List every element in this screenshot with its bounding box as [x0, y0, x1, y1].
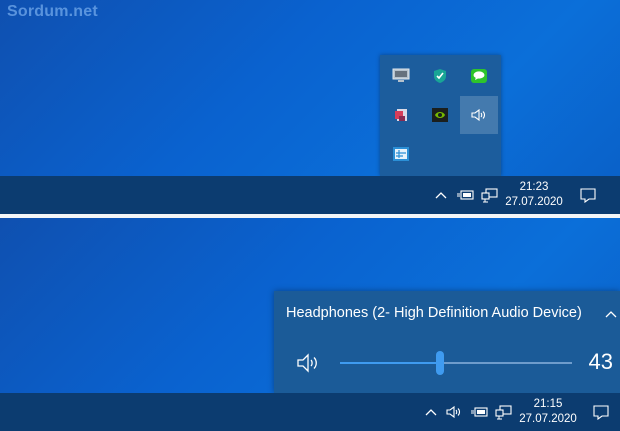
taskbar: 21:23 27.07.2020	[0, 176, 620, 214]
clock[interactable]: 21:23 27.07.2020	[499, 180, 569, 210]
network-manager-icon[interactable]	[382, 135, 420, 173]
notification-icon[interactable]	[577, 176, 599, 214]
clock-time: 21:23	[519, 181, 549, 193]
chevron-up-icon[interactable]	[430, 176, 452, 214]
network-icon[interactable]	[478, 176, 500, 214]
desktop-bottom: Headphones (2- High Definition Audio Dev…	[0, 218, 620, 431]
clock-date: 27.07.2020	[519, 413, 577, 425]
watermark: Sordum.net	[7, 3, 98, 20]
tray-overflow-flyout	[380, 55, 501, 176]
taskbar: 21:15 27.07.2020	[0, 393, 620, 431]
volume-slider-fill	[340, 362, 440, 364]
desktop-top: Sordum.net 21:23 27.07.2020	[0, 0, 620, 214]
volume-slider-thumb[interactable]	[436, 351, 444, 375]
volume-flyout: Headphones (2- High Definition Audio Dev…	[274, 291, 620, 393]
volume-slider[interactable]	[340, 351, 572, 375]
chevron-up-icon[interactable]	[420, 393, 442, 431]
shield-check-icon[interactable]	[421, 57, 459, 95]
app-puzzle-icon[interactable]	[382, 96, 420, 134]
audio-device-name[interactable]: Headphones (2- High Definition Audio Dev…	[286, 305, 582, 321]
speaker-icon[interactable]	[296, 353, 322, 378]
network-icon[interactable]	[492, 393, 514, 431]
notification-icon[interactable]	[590, 393, 612, 431]
chevron-up-icon[interactable]	[604, 305, 620, 323]
volume-level: 43	[588, 349, 613, 374]
speaker-icon[interactable]	[443, 393, 465, 431]
speaker-icon[interactable]	[460, 96, 498, 134]
clock-date: 27.07.2020	[505, 196, 563, 208]
clock[interactable]: 21:15 27.07.2020	[513, 397, 583, 427]
monitor-icon[interactable]	[382, 57, 420, 95]
chat-bubble-icon[interactable]	[460, 57, 498, 95]
power-icon[interactable]	[454, 176, 476, 214]
clock-time: 21:15	[533, 398, 563, 410]
power-icon[interactable]	[468, 393, 490, 431]
nvidia-icon[interactable]	[421, 96, 459, 134]
